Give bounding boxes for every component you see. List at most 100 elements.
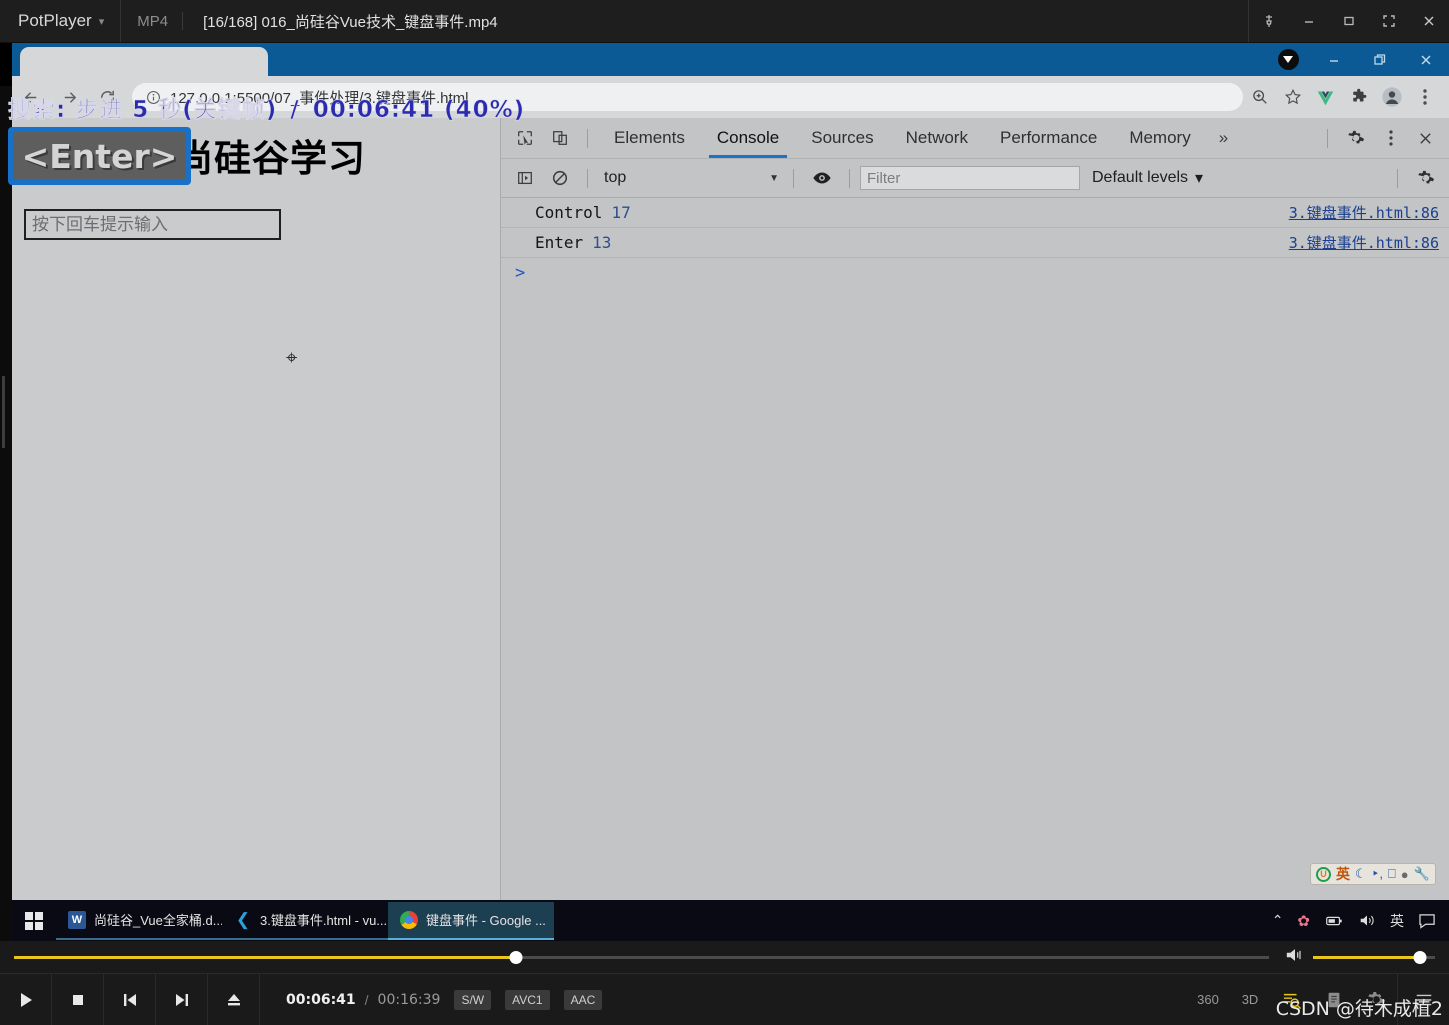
volume-area [1285,947,1435,968]
media-format-label: MP4 [137,12,169,30]
console-log-list[interactable]: Control 17 3.键盘事件.html:86 Enter 13 3.键盘事… [501,198,1449,898]
pin-icon[interactable] [1249,0,1289,43]
play-button[interactable] [0,973,52,1025]
web-page-viewport: 欢迎来到尚硅谷学习 ⌖ [12,118,500,900]
battery-icon[interactable] [1324,914,1344,928]
execution-context-select[interactable]: top ▼ [598,166,783,190]
tray-chevron-up-icon[interactable]: ⌃ [1272,912,1284,929]
divider [587,128,588,148]
seek-handle[interactable] [509,950,523,964]
close-icon[interactable] [1403,43,1449,76]
volume-handle[interactable] [1413,950,1427,964]
live-expression-eye-icon[interactable] [804,158,839,198]
tab-elements[interactable]: Elements [598,118,701,158]
next-button[interactable] [156,973,208,1025]
devtools-menu-icon[interactable] [1373,118,1408,158]
console-filter-input[interactable] [860,166,1080,190]
tab-label: Elements [614,128,685,147]
action-center-icon[interactable] [1418,913,1437,929]
volume-icon[interactable] [1358,913,1376,928]
windows-start-button[interactable] [12,900,56,941]
volume-icon[interactable] [1285,947,1305,968]
vr360-button[interactable]: 360 [1187,974,1229,1025]
inspect-element-icon[interactable] [507,118,542,158]
console-log-row[interactable]: Control 17 3.键盘事件.html:86 [501,198,1449,228]
word-icon: W [68,910,86,929]
chevron-down-icon: ▾ [98,15,105,28]
devtools-tabbar-actions [1317,118,1449,158]
tab-sources[interactable]: Sources [795,118,889,158]
volume-bar[interactable] [1313,950,1435,964]
video-display-area[interactable]: 127.0.0.1:5500/07_事件处理/3.键盘事件.html 欢迎来到尚… [0,43,1449,941]
system-tray: ⌃ ✿ 英 [1272,911,1449,931]
log-source-link[interactable]: 3.键盘事件.html:86 [1289,232,1439,253]
chrome-window-controls [1265,43,1449,76]
stop-button[interactable] [52,973,104,1025]
console-settings-gear-icon[interactable] [1408,158,1443,198]
comma-icon[interactable]: ‣, [1372,866,1383,882]
minimize-icon[interactable] [1311,43,1357,76]
vue-devtools-icon[interactable] [1309,76,1342,118]
chrome-titlebar [12,43,1449,76]
devtools-panel: Elements Console Sources Network Perform [500,118,1449,900]
csdn-watermark: CSDN @待木成植2 [1275,998,1443,1020]
fullscreen-icon[interactable] [1369,0,1409,43]
ime-floating-toolbar[interactable]: U 英 ☾ ‣, ⎕ ● 🔧 [1310,863,1436,885]
potplayer-logo-menu[interactable]: PotPlayer ▾ [0,0,122,42]
seek-bar[interactable] [14,950,1269,964]
taskbar-item-vscode[interactable]: ❮ 3.键盘事件.html - vu... [222,902,388,940]
restore-icon[interactable] [1357,43,1403,76]
taskbar-item-word[interactable]: W 尚硅谷_Vue全家桶.d... [56,902,222,940]
chrome-menu-icon[interactable] [1408,76,1441,118]
taskbar-item-chrome[interactable]: 键盘事件 - Google ... [388,901,554,940]
tab-performance[interactable]: Performance [984,118,1113,158]
clear-console-icon[interactable] [542,158,577,198]
chrome-tabstrip[interactable] [20,47,270,76]
keyboard-icon[interactable]: ⎕ [1388,866,1396,882]
log-levels-select[interactable]: Default levels ▾ [1092,168,1203,188]
settings-gear-icon[interactable] [1338,118,1373,158]
tab-label: Sources [811,128,874,147]
user-icon[interactable]: ● [1401,867,1409,882]
taskbar-item-label: 键盘事件 - Google ... [426,913,546,928]
close-icon[interactable] [1409,0,1449,43]
badge-video-codec: AVC1 [505,989,550,1010]
vr360-label: 360 [1197,992,1219,1007]
tray-ime-mode-label[interactable]: 英 [1390,911,1404,931]
divider [587,168,588,188]
tab-memory[interactable]: Memory [1113,118,1206,158]
close-devtools-icon[interactable] [1408,118,1443,158]
sogou-logo-icon[interactable]: U [1316,866,1331,882]
moon-icon[interactable]: ☾ [1355,866,1367,882]
profile-avatar[interactable] [1375,76,1408,118]
bookmark-star-icon[interactable] [1276,76,1309,118]
previous-button[interactable] [104,973,156,1025]
keypress-osd-label: <Enter> [21,136,178,176]
tab-console[interactable]: Console [701,118,795,158]
tab-network[interactable]: Network [890,118,984,158]
more-tabs-icon[interactable]: » [1207,128,1240,148]
video-letterbox-left [0,86,12,941]
maximize-icon[interactable] [1329,0,1369,43]
chrome-tab-active[interactable] [20,47,268,76]
minimize-icon[interactable] [1289,0,1329,43]
divider [1327,128,1328,148]
ime-mode-label[interactable]: 英 [1336,864,1350,884]
extensions-icon[interactable] [1342,76,1375,118]
log-source-link[interactable]: 3.键盘事件.html:86 [1289,202,1439,223]
tab-label: Network [905,128,968,147]
console-log-row[interactable]: Enter 13 3.键盘事件.html:86 [501,228,1449,258]
windows-logo-icon [25,911,43,930]
taskbar-item-label: 3.键盘事件.html - vu... [260,913,388,928]
eject-button[interactable] [208,973,260,1025]
sakura-ime-icon[interactable]: ✿ [1297,912,1310,930]
device-toolbar-icon[interactable] [542,118,577,158]
console-sidebar-toggle-icon[interactable] [507,158,542,198]
3d-button[interactable]: 3D [1229,974,1271,1025]
wrench-icon[interactable]: 🔧 [1414,866,1430,882]
time-separator: / [364,991,369,1008]
download-icon[interactable] [1265,43,1311,76]
console-prompt[interactable]: > [501,258,1449,288]
zoom-icon[interactable] [1243,76,1276,118]
enter-hint-input[interactable] [24,209,281,240]
